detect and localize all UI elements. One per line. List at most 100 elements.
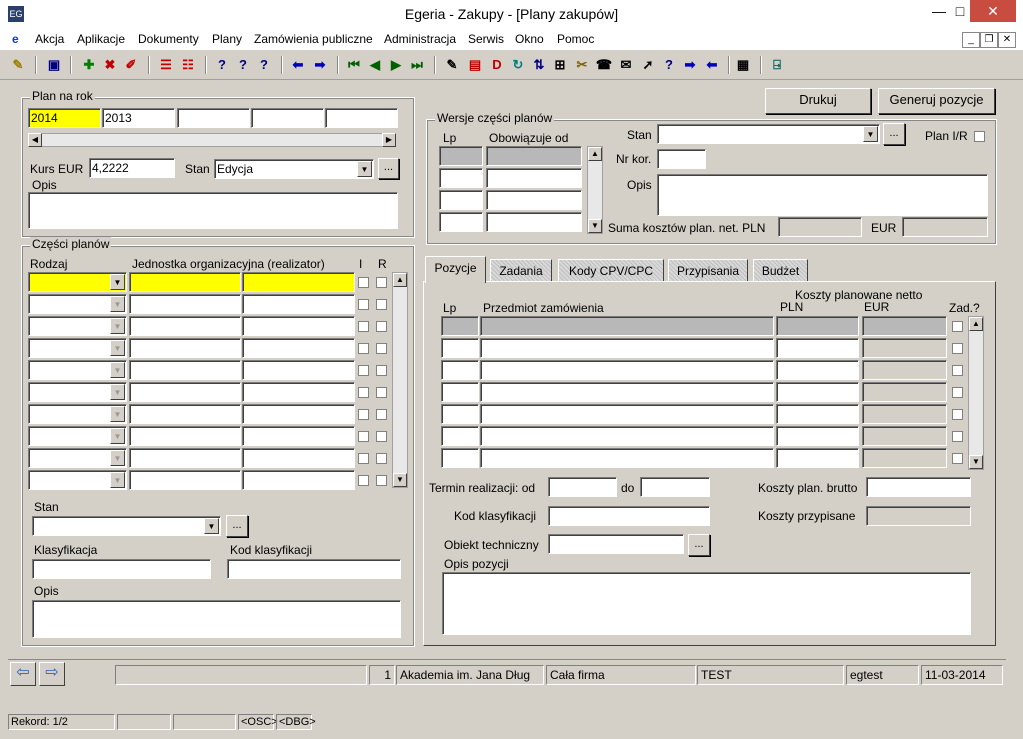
i-checkbox[interactable] — [358, 365, 369, 376]
jednostka-code-field[interactable] — [129, 360, 241, 380]
wersje-vscroll[interactable]: ▲ ▼ — [587, 146, 603, 234]
zad-checkbox[interactable] — [952, 343, 963, 354]
r-checkbox[interactable] — [376, 299, 387, 310]
menu-pomoc[interactable]: Pomoc — [557, 32, 594, 46]
rodzaj-dropdown-icon[interactable]: ▼ — [110, 384, 125, 400]
mail-icon[interactable]: ✉ — [617, 56, 635, 74]
poz-przedmiot-field[interactable] — [480, 338, 774, 358]
plan-ir-checkbox[interactable] — [974, 131, 985, 142]
pointer-icon[interactable]: ➚ — [639, 56, 657, 74]
year-field-3[interactable] — [177, 108, 250, 128]
hierarchy-icon[interactable]: ⊞ — [551, 56, 569, 74]
report-icon[interactable]: ▦ — [734, 56, 752, 74]
plan-opis-field[interactable] — [28, 192, 398, 229]
czesci-stan-select[interactable] — [32, 516, 221, 536]
year-field-5[interactable] — [325, 108, 398, 128]
pin-icon[interactable]: ✎ — [9, 56, 27, 74]
nav-forward-icon[interactable]: ⇨ — [39, 662, 65, 686]
tab-budzet[interactable]: Budżet — [753, 259, 808, 281]
generuj-pozycje-button[interactable]: Generuj pozycje — [878, 88, 995, 114]
nrkor-field[interactable] — [657, 149, 706, 169]
exit-door-icon[interactable]: ⍈ — [768, 56, 786, 74]
mdi-close-button[interactable]: ✕ — [998, 32, 1016, 48]
poz-przedmiot-field[interactable] — [480, 404, 774, 424]
delete-record-icon[interactable]: ✖ — [101, 56, 119, 74]
next-icon[interactable]: ▶ — [387, 56, 405, 74]
r-checkbox[interactable] — [376, 365, 387, 376]
mdi-restore-button[interactable]: ❐ — [980, 32, 998, 48]
scroll-up-icon[interactable]: ▲ — [393, 273, 407, 287]
rodzaj-dropdown-icon[interactable]: ▼ — [110, 318, 125, 334]
tab-zadania[interactable]: Zadania — [490, 259, 552, 281]
menu-okno[interactable]: Okno — [515, 32, 544, 46]
r-checkbox[interactable] — [376, 387, 387, 398]
poz-lp-field[interactable] — [441, 338, 479, 358]
i-checkbox[interactable] — [358, 343, 369, 354]
zad-checkbox[interactable] — [952, 453, 963, 464]
jednostka-name-field[interactable] — [242, 404, 355, 424]
poz-lp-field[interactable] — [441, 360, 479, 380]
year-field-1[interactable]: 2014 — [28, 108, 101, 128]
wersje-stan-dropdown-icon[interactable]: ▼ — [863, 126, 878, 142]
poz-pln-field[interactable] — [776, 426, 859, 446]
last-record-icon[interactable]: ⏭ — [408, 56, 426, 74]
kod-klasyfikacji-field[interactable] — [227, 559, 401, 579]
i-checkbox[interactable] — [358, 277, 369, 288]
scroll-left-icon[interactable]: ◀ — [28, 133, 42, 147]
czesci-vscroll[interactable]: ▲ ▼ — [392, 272, 408, 488]
poz-przedmiot-field[interactable] — [480, 382, 774, 402]
i-checkbox[interactable] — [358, 453, 369, 464]
query-execute-icon[interactable]: ? — [234, 56, 252, 74]
print-icon[interactable]: ▤ — [466, 56, 484, 74]
r-checkbox[interactable] — [376, 343, 387, 354]
next-record-arrow-icon[interactable]: ➡ — [311, 56, 329, 74]
query-count-icon[interactable]: ? — [255, 56, 273, 74]
jednostka-name-field[interactable] — [242, 382, 355, 402]
plan-stan-select[interactable]: Edycja — [214, 159, 374, 179]
r-checkbox[interactable] — [376, 321, 387, 332]
zad-checkbox[interactable] — [952, 321, 963, 332]
r-checkbox[interactable] — [376, 453, 387, 464]
jednostka-code-field[interactable] — [129, 272, 241, 292]
jednostka-name-field[interactable] — [242, 272, 355, 292]
poz-przedmiot-field[interactable] — [480, 316, 774, 336]
jednostka-name-field[interactable] — [242, 294, 355, 314]
scroll-down-icon[interactable]: ▼ — [393, 473, 407, 487]
phone-icon[interactable]: ☎ — [595, 56, 613, 74]
wersje-obow-field[interactable] — [486, 212, 582, 232]
tools-icon[interactable]: ✂ — [573, 56, 591, 74]
plan-stan-lookup-button[interactable]: ... — [378, 158, 399, 179]
klasyfikacja-field[interactable] — [32, 559, 211, 579]
mdi-minimize-button[interactable]: _ — [962, 32, 980, 48]
wersje-stan-lookup-button[interactable]: ... — [883, 123, 905, 145]
wersje-lp-field[interactable] — [439, 212, 483, 232]
i-checkbox[interactable] — [358, 475, 369, 486]
duplicate-row-icon[interactable]: ☷ — [179, 56, 197, 74]
rodzaj-dropdown-icon[interactable]: ▼ — [110, 274, 125, 290]
menu-dokumenty[interactable]: Dokumenty — [138, 32, 199, 46]
poz-lp-field[interactable] — [441, 448, 479, 468]
poz-pln-field[interactable] — [776, 404, 859, 424]
poz-lp-field[interactable] — [441, 426, 479, 446]
r-checkbox[interactable] — [376, 475, 387, 486]
add-record-icon[interactable]: ✚ — [80, 56, 98, 74]
tab-kody-cpv[interactable]: Kody CPV/CPC — [558, 259, 664, 281]
r-checkbox[interactable] — [376, 277, 387, 288]
tab-pozycje[interactable]: Pozycje — [425, 256, 486, 283]
wersje-stan-select[interactable] — [657, 124, 880, 144]
menu-aplikacje[interactable]: Aplikacje — [77, 32, 125, 46]
menu-zamowienia[interactable]: Zamówienia publiczne — [254, 32, 373, 46]
rodzaj-dropdown-icon[interactable]: ▼ — [110, 340, 125, 356]
wersje-lp-field[interactable] — [439, 190, 483, 210]
wersje-obow-field[interactable] — [486, 168, 582, 188]
sort-icon[interactable]: ⇅ — [530, 56, 548, 74]
wersje-opis-field[interactable] — [657, 174, 988, 216]
jednostka-name-field[interactable] — [242, 448, 355, 468]
close-button[interactable]: ✕ — [970, 0, 1016, 22]
rodzaj-dropdown-icon[interactable]: ▼ — [110, 428, 125, 444]
r-checkbox[interactable] — [376, 409, 387, 420]
back-arrow-icon[interactable]: ⬅ — [703, 56, 721, 74]
wersje-scroll-down-icon[interactable]: ▼ — [588, 219, 602, 233]
poz-pln-field[interactable] — [776, 338, 859, 358]
year-hscroll[interactable]: ◀ ▶ — [28, 133, 396, 147]
